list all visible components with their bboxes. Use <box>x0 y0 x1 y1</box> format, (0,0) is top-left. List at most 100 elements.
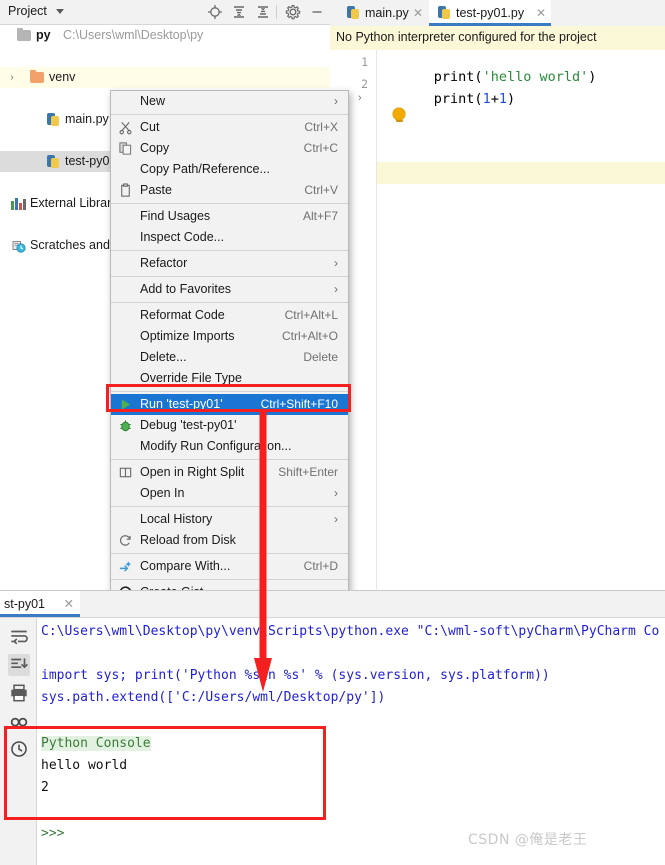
chevron-down-icon[interactable] <box>56 9 64 14</box>
menu-item-reload-from-disk[interactable]: Reload from Disk <box>111 530 348 551</box>
close-icon[interactable]: ✕ <box>413 0 423 26</box>
menu-item-label: Find Usages <box>140 209 211 223</box>
menu-item-shortcut: Ctrl+Alt+L <box>284 308 338 322</box>
hide-minimize-icon[interactable] <box>309 4 325 20</box>
console-tab-test-py01[interactable]: st-py01 ✕ <box>0 591 80 617</box>
tab-label: test-py01.py <box>456 6 525 20</box>
folder-icon <box>17 28 31 41</box>
menu-separator <box>111 506 348 507</box>
watermark: CSDN @俺是老王 <box>468 832 588 848</box>
scroll-to-end-icon[interactable] <box>8 654 30 676</box>
interpreter-warning-text: No Python interpreter configured for the… <box>336 30 597 44</box>
menu-item-new[interactable]: New › <box>111 91 348 112</box>
locate-icon[interactable] <box>207 4 223 20</box>
close-icon[interactable]: ✕ <box>536 0 546 26</box>
menu-item-paste[interactable]: Paste Ctrl+V <box>111 180 348 201</box>
menu-item-copy-path-reference[interactable]: Copy Path/Reference... <box>111 159 348 180</box>
menu-item-label: Copy Path/Reference... <box>140 162 270 176</box>
code-token: ) <box>506 91 516 107</box>
submenu-arrow-icon: › <box>334 512 338 526</box>
menu-item-shortcut: Alt+F7 <box>302 209 338 223</box>
menu-separator <box>111 250 348 251</box>
menu-item-label: Debug 'test-py01' <box>140 418 237 432</box>
menu-item-label: Open In <box>140 486 185 500</box>
settings-gear-icon[interactable] <box>285 4 301 20</box>
tree-item-py-root[interactable]: py C:\Users\wml\Desktop\py <box>0 25 330 46</box>
menu-item-open-in-right-split[interactable]: Open in Right Split Shift+Enter <box>111 462 348 483</box>
tree-item-label: Scratches and <box>30 238 110 252</box>
console-tab-label: st-py01 <box>4 597 45 611</box>
console-tab-bar: st-py01 ✕ <box>0 591 665 618</box>
soft-wrap-icon[interactable] <box>8 626 30 648</box>
menu-item-label: Reload from Disk <box>140 533 236 547</box>
tree-item-label: External Librari <box>30 196 115 210</box>
lightbulb-icon[interactable] <box>393 108 405 122</box>
console-line: sys.path.extend(['C:/Users/wml/Desktop/p… <box>41 690 386 705</box>
submenu-arrow-icon: › <box>334 94 338 108</box>
menu-separator <box>111 302 348 303</box>
menu-item-shortcut: Ctrl+V <box>304 183 338 197</box>
menu-item-label: Add to Favorites <box>140 282 232 296</box>
python-file-icon <box>46 154 61 169</box>
code-token: + <box>490 91 499 107</box>
tree-item-label: venv <box>49 70 76 84</box>
interpreter-warning-banner[interactable]: No Python interpreter configured for the… <box>330 26 665 51</box>
submenu-arrow-icon: › <box>334 256 338 270</box>
menu-item-add-to-favorites[interactable]: Add to Favorites › <box>111 279 348 300</box>
menu-item-label: Optimize Imports <box>140 329 235 343</box>
tree-item-venv[interactable]: › venv <box>0 67 330 88</box>
code-editor[interactable]: print('hello world') print(1+1) <box>377 50 665 590</box>
python-file-icon <box>437 5 452 20</box>
code-fold-icon[interactable]: › <box>358 92 362 104</box>
debug-bug-icon <box>118 418 133 433</box>
close-icon[interactable]: ✕ <box>64 591 74 617</box>
menu-separator <box>111 203 348 204</box>
menu-separator <box>111 114 348 115</box>
menu-item-compare-with[interactable]: Compare With... Ctrl+D <box>111 556 348 577</box>
menu-item-label: New <box>140 94 166 108</box>
current-line-highlight <box>377 162 665 184</box>
menu-item-reformat-code[interactable]: Reformat Code Ctrl+Alt+L <box>111 305 348 326</box>
menu-item-delete[interactable]: Delete... Delete <box>111 347 348 368</box>
menu-separator <box>111 459 348 460</box>
console-output-highlight-annotation <box>4 726 326 820</box>
menu-separator <box>111 276 348 277</box>
chevron-right-icon[interactable]: › <box>6 67 18 88</box>
menu-item-local-history[interactable]: Local History › <box>111 509 348 530</box>
menu-item-find-usages[interactable]: Find Usages Alt+F7 <box>111 206 348 227</box>
menu-item-copy[interactable]: Copy Ctrl+C <box>111 138 348 159</box>
submenu-arrow-icon: › <box>334 282 338 296</box>
expand-all-icon[interactable] <box>231 4 247 20</box>
tab-test-py01-py[interactable]: test-py01.py ✕ <box>429 0 551 26</box>
menu-item-modify-run-configuration[interactable]: Modify Run Configuration... <box>111 436 348 457</box>
console-line: import sys; print('Python %s\n %s' % (sy… <box>41 668 550 683</box>
menu-item-debug-test-py01[interactable]: Debug 'test-py01' <box>111 415 348 436</box>
menu-item-cut[interactable]: Cut Ctrl+X <box>111 117 348 138</box>
tab-label: main.py <box>365 6 409 20</box>
code-token: print( <box>433 91 483 107</box>
console-prompt: >>> <box>41 826 65 841</box>
cut-scissors-icon <box>118 120 133 135</box>
menu-item-label: Copy <box>140 141 170 155</box>
tree-item-label: main.py <box>65 112 109 126</box>
menu-item-optimize-imports[interactable]: Optimize Imports Ctrl+Alt+O <box>111 326 348 347</box>
editor-area: main.py ✕ test-py01.py ✕ No Python inter… <box>330 0 665 590</box>
print-icon[interactable] <box>8 682 30 704</box>
tree-item-path: C:\Users\wml\Desktop\py <box>63 28 204 42</box>
menu-item-shortcut: Delete <box>303 350 338 364</box>
menu-item-label: Paste <box>140 183 172 197</box>
menu-item-inspect-code[interactable]: Inspect Code... <box>111 227 348 248</box>
red-arrow-annotation <box>254 410 272 692</box>
line-number: 1 <box>361 55 368 69</box>
tab-main-py[interactable]: main.py ✕ <box>338 0 428 26</box>
collapse-all-icon[interactable] <box>255 4 271 20</box>
python-file-icon <box>346 5 361 20</box>
reload-icon <box>118 533 133 548</box>
paste-clipboard-icon <box>118 183 133 198</box>
menu-item-label: Cut <box>140 120 160 134</box>
menu-item-refactor[interactable]: Refactor › <box>111 253 348 274</box>
code-token: 1 <box>482 91 491 107</box>
menu-item-label: Local History <box>140 512 213 526</box>
menu-item-open-in[interactable]: Open In › <box>111 483 348 504</box>
menu-item-label: Delete... <box>140 350 187 364</box>
